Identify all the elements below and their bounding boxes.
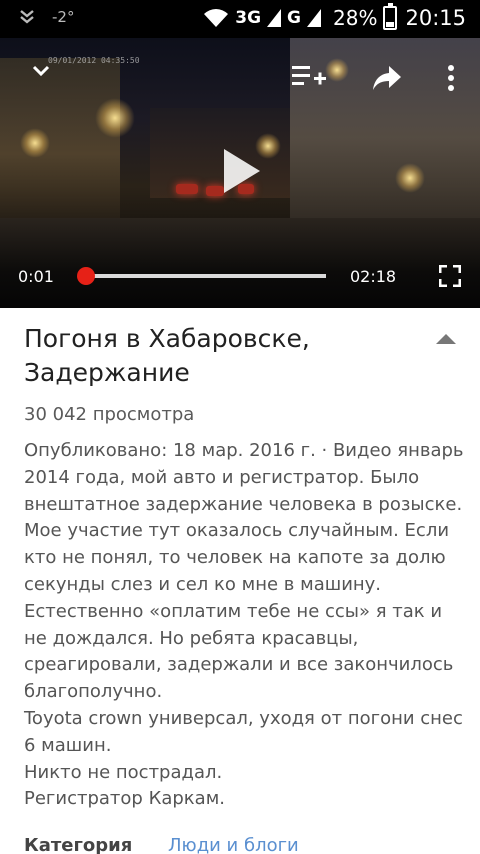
fullscreen-icon[interactable] bbox=[439, 265, 461, 287]
battery-percent: 28% bbox=[333, 6, 378, 30]
network-label: 3G bbox=[235, 8, 262, 28]
video-player[interactable]: 09/01/2012 04:35:50 0:01 02:18 bbox=[0, 38, 480, 308]
play-icon[interactable] bbox=[210, 143, 266, 199]
collapse-arrow-icon[interactable] bbox=[436, 333, 456, 345]
share-icon[interactable] bbox=[372, 64, 402, 92]
video-frame bbox=[0, 58, 120, 218]
view-count: 30 042 просмотра bbox=[24, 404, 195, 425]
progress-bar[interactable] bbox=[77, 267, 326, 285]
category-link[interactable]: Люди и блоги bbox=[168, 835, 299, 854]
category-label: Категория bbox=[24, 835, 133, 854]
duration: 02:18 bbox=[350, 267, 397, 286]
status-bar: -2° 3G G 28% 20:15 bbox=[0, 0, 480, 38]
add-to-playlist-icon[interactable] bbox=[292, 64, 326, 90]
clock: 20:15 bbox=[405, 6, 466, 30]
video-title: Погоня в Хабаровске, Задержание bbox=[24, 324, 310, 387]
more-vert-icon[interactable] bbox=[444, 64, 458, 92]
current-time: 0:01 bbox=[18, 267, 54, 286]
video-timestamp-overlay: 09/01/2012 04:35:50 bbox=[48, 56, 140, 65]
temperature-badge: -2° bbox=[52, 8, 75, 26]
chevron-down-icon[interactable] bbox=[30, 60, 52, 82]
network-label-2: G bbox=[287, 8, 302, 28]
video-description: Опубликовано: 18 мар. 2016 г. · Видео ян… bbox=[24, 440, 464, 810]
signal-icon bbox=[267, 9, 282, 27]
signal-icon-2 bbox=[307, 9, 322, 27]
battery-icon bbox=[383, 3, 398, 30]
wifi-icon bbox=[204, 9, 229, 27]
video-details: Погоня в Хабаровске, Задержание 30 042 п… bbox=[0, 308, 480, 854]
notification-icon bbox=[20, 10, 34, 24]
